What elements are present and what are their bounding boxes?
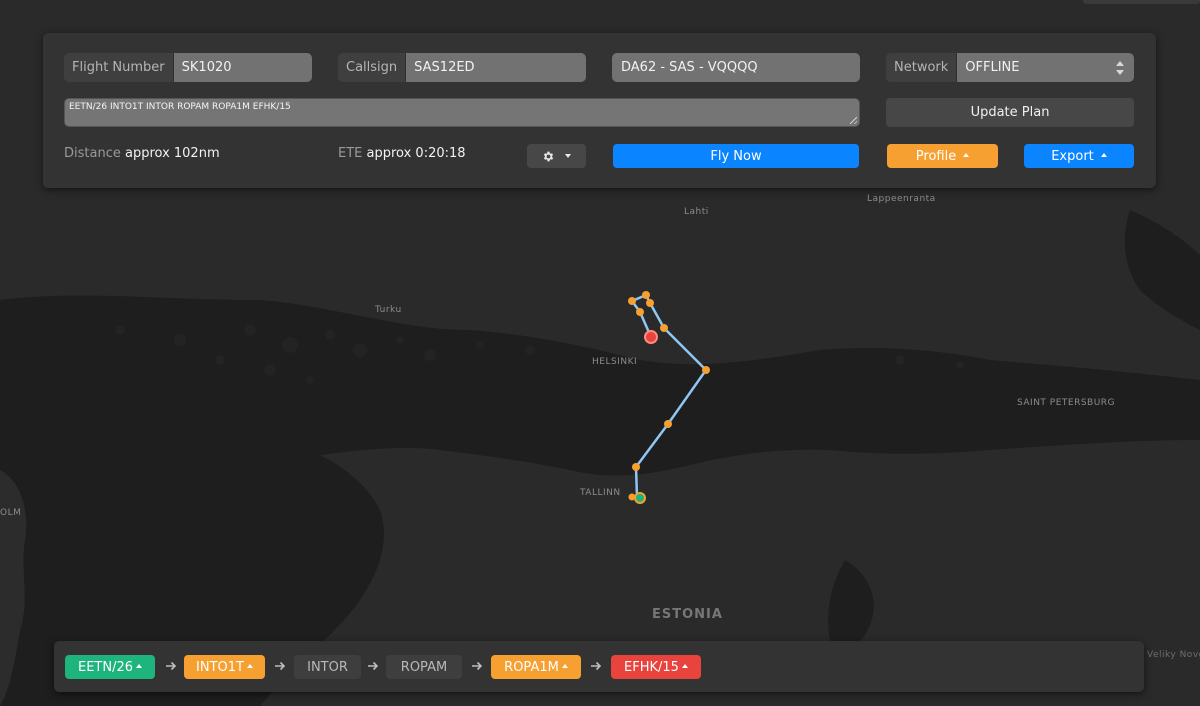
map-label-helsinki: HELSINKI <box>592 357 638 367</box>
aircraft-input[interactable]: DA62 - SAS - VQQQQ <box>612 53 860 82</box>
flight-number-input[interactable]: SK1020 <box>173 53 312 82</box>
distance-label: Distance <box>64 146 121 161</box>
distance-value: approx 102nm <box>124 146 220 161</box>
arrow-right-icon <box>275 661 286 671</box>
update-plan-button[interactable]: Update Plan <box>886 98 1134 127</box>
distance-stat: Distance approx 102nm <box>64 146 220 161</box>
network-label: Network <box>886 53 958 82</box>
map-label-olm: OLM <box>0 508 22 518</box>
update-plan-label: Update Plan <box>970 105 1050 120</box>
map-label-estonia: ESTONIA <box>652 607 723 622</box>
waypoint-marker[interactable] <box>628 297 636 305</box>
flight-number-label: Flight Number <box>64 53 174 82</box>
network-select-value: OFFLINE <box>965 60 1020 75</box>
waypoint-chip-ropam[interactable]: ROPAM <box>386 655 462 679</box>
callsign-field[interactable]: Callsign SAS12ED <box>338 53 586 82</box>
settings-dropdown-button[interactable] <box>527 144 586 168</box>
export-button[interactable]: Export <box>1024 144 1134 168</box>
waypoint-marker[interactable] <box>642 291 650 299</box>
route-text: EETN/26 INTO1T INTOR ROPAM ROPA1M EFHK/1… <box>69 102 291 112</box>
waypoint-chip-eetn[interactable]: EETN/26 <box>65 655 155 679</box>
fly-now-label: Fly Now <box>710 148 762 164</box>
waypoint-label: EETN/26 <box>77 659 133 675</box>
map-label-lappeenranta: Lappeenranta <box>867 194 936 204</box>
waypoint-bar: EETN/26 INTO1T INTOR ROPAM ROPA1M EFHK/1… <box>54 641 1144 692</box>
waypoint-label: ROPAM <box>400 659 448 675</box>
profile-button[interactable]: Profile <box>887 144 998 168</box>
waypoint-chip-intor[interactable]: INTOR <box>294 655 361 679</box>
aircraft-field[interactable]: DA62 - SAS - VQQQQ <box>612 53 860 82</box>
waypoint-marker[interactable] <box>646 299 654 307</box>
chevron-down-icon <box>565 154 571 158</box>
waypoint-marker[interactable] <box>664 420 672 428</box>
waypoint-marker[interactable] <box>702 366 710 374</box>
waypoint-chip-ropa1m[interactable]: ROPA1M <box>491 655 581 679</box>
waypoint-marker[interactable] <box>632 463 640 471</box>
ete-stat: ETE approx 0:20:18 <box>338 146 466 161</box>
destination-marker[interactable] <box>644 330 658 344</box>
map-label-saint-petersburg: SAINT PETERSBURG <box>1017 398 1116 408</box>
chevron-up-icon <box>681 664 688 668</box>
chevron-up-icon <box>136 664 142 668</box>
arrow-right-icon <box>368 661 379 671</box>
map-label-tallinn: TALLINN <box>580 488 621 498</box>
select-arrows-icon <box>1116 61 1124 75</box>
callsign-input[interactable]: SAS12ED <box>406 53 586 82</box>
map-label-turku: Turku <box>375 305 402 315</box>
origin-marker[interactable] <box>634 492 646 504</box>
chevron-up-icon <box>246 664 253 668</box>
waypoint-label: INTO1T <box>196 659 244 675</box>
waypoint-marker[interactable] <box>636 308 644 316</box>
route-textarea[interactable]: EETN/26 INTO1T INTOR ROPAM ROPA1M EFHK/1… <box>64 98 860 127</box>
ete-value: approx 0:20:18 <box>366 146 466 161</box>
waypoint-chip-efhk[interactable]: EFHK/15 <box>611 655 701 679</box>
profile-label: Profile <box>915 148 957 164</box>
flight-number-field[interactable]: Flight Number SK1020 <box>64 53 312 82</box>
map-label-velikiy-novgorod: Veliky Novgor <box>1147 650 1200 660</box>
network-field[interactable]: Network OFFLINE <box>886 53 1134 82</box>
export-label: Export <box>1051 148 1094 164</box>
flight-plan-panel: Flight Number SK1020 Callsign SAS12ED DA… <box>43 33 1156 188</box>
waypoint-chip-into1t[interactable]: INTO1T <box>184 655 265 679</box>
fly-now-button[interactable]: Fly Now <box>613 144 859 168</box>
callsign-label: Callsign <box>338 53 407 82</box>
ete-label: ETE <box>338 146 363 161</box>
waypoint-label: INTOR <box>307 659 348 675</box>
arrow-right-icon <box>591 661 602 671</box>
waypoint-label: EFHK/15 <box>624 659 679 675</box>
arrow-right-icon <box>472 661 483 671</box>
gear-icon <box>543 151 554 161</box>
resize-grip-icon[interactable] <box>850 117 857 124</box>
arrow-right-icon <box>166 661 177 671</box>
waypoint-marker[interactable] <box>660 324 668 332</box>
chevron-up-icon <box>561 664 568 668</box>
map-label-lahti: Lahti <box>684 207 709 217</box>
chevron-up-icon <box>963 153 970 157</box>
waypoint-label: ROPA1M <box>504 659 559 675</box>
network-select[interactable]: OFFLINE <box>957 53 1134 82</box>
map-control-stub[interactable] <box>1083 0 1200 4</box>
chevron-up-icon <box>1100 153 1107 157</box>
